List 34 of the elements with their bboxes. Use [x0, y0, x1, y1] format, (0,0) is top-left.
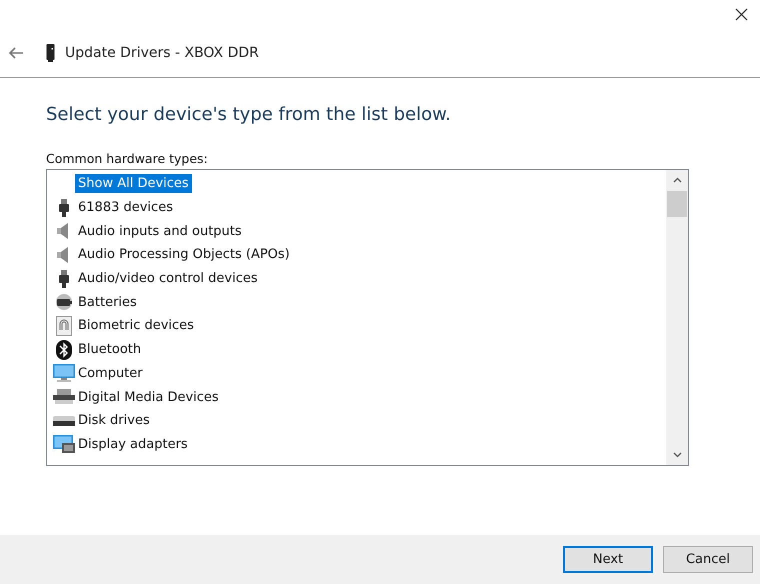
window-title: Update Drivers - XBOX DDR: [65, 45, 259, 61]
scroll-down-icon[interactable]: [672, 452, 682, 458]
list-label: Common hardware types:: [46, 151, 209, 166]
dialog-button[interactable]: Next: [563, 546, 653, 573]
list-item[interactable]: 61883 devices: [75, 198, 176, 218]
scroll-up-icon[interactable]: [672, 177, 682, 183]
list-item[interactable]: Bluetooth: [75, 340, 144, 360]
scroll-thumb[interactable]: [667, 191, 687, 217]
monitor-icon: [53, 364, 75, 382]
list-item[interactable]: Disk drives: [75, 411, 153, 430]
disk-drive-icon: [53, 416, 75, 426]
plug-icon: [59, 198, 69, 217]
scrollbar[interactable]: [666, 170, 688, 465]
display-adapter-icon: [53, 435, 75, 454]
dialog-button[interactable]: Cancel: [663, 546, 753, 573]
list-item[interactable]: Digital Media Devices: [75, 388, 222, 407]
heading: Select your device's type from the list below.: [46, 104, 452, 125]
list-item[interactable]: Biometric devices: [75, 316, 197, 336]
bluetooth-icon: [56, 340, 72, 360]
list-item[interactable]: Audio inputs and outputs: [75, 222, 245, 241]
list-item[interactable]: Audio/video control devices: [75, 269, 261, 288]
media-device-icon: [53, 389, 75, 406]
plug-icon: [59, 270, 69, 288]
list-item[interactable]: Display adapters: [75, 434, 191, 454]
list-item[interactable]: Computer: [75, 364, 146, 383]
hardware-list[interactable]: [46, 169, 689, 466]
list-item[interactable]: Batteries: [75, 292, 140, 312]
list-item[interactable]: Audio Processing Objects (APOs): [75, 245, 293, 264]
battery-icon: [54, 292, 74, 312]
list-item[interactable]: Show All Devices: [75, 174, 192, 194]
back-arrow-icon[interactable]: [8, 47, 24, 59]
close-icon[interactable]: [735, 8, 748, 21]
device-icon: [46, 44, 55, 62]
fingerprint-icon: [56, 316, 72, 336]
